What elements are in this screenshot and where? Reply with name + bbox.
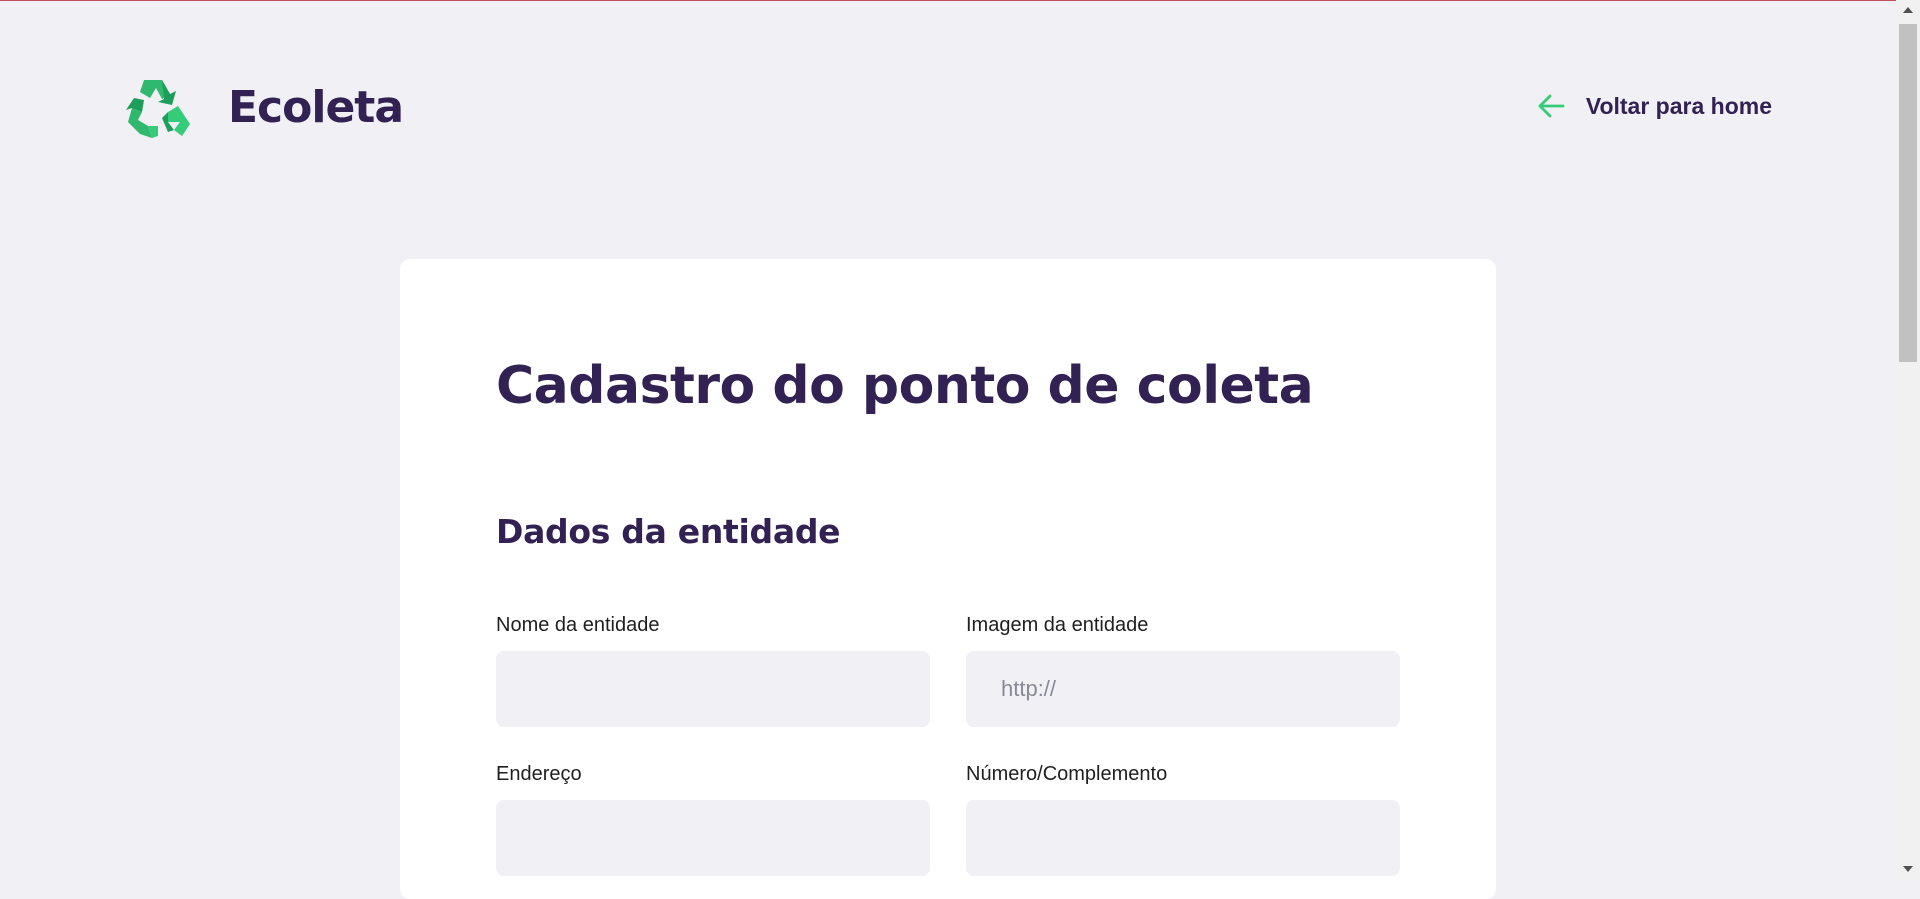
field-label: Nome da entidade: [496, 614, 660, 636]
section-title: Dados da entidade: [496, 512, 841, 551]
field-label: Imagem da entidade: [966, 614, 1149, 636]
field-number-complement: Número/Complemento: [966, 762, 1400, 876]
registration-form-card: Cadastro do ponto de coleta Dados da ent…: [400, 259, 1496, 899]
field-label: Endereço: [496, 763, 582, 785]
address-input[interactable]: [496, 800, 930, 876]
chevron-up-icon: [1903, 7, 1913, 13]
logo[interactable]: Ecoleta: [122, 70, 404, 144]
back-link-label: Voltar para home: [1585, 92, 1772, 119]
field-label: Número/Complemento: [966, 763, 1168, 785]
window-top-border: [0, 0, 1920, 1]
field-entity-image: Imagem da entidade: [966, 613, 1400, 727]
scroll-up-button[interactable]: [1896, 0, 1920, 20]
brand-name: Ecoleta: [228, 81, 404, 133]
number-complement-input[interactable]: [966, 800, 1400, 876]
scrollbar-thumb[interactable]: [1899, 24, 1917, 362]
recycle-icon: [126, 80, 190, 138]
page-title: Cadastro do ponto de coleta: [496, 356, 1314, 416]
chevron-down-icon: [1903, 866, 1913, 872]
scroll-down-button[interactable]: [1896, 859, 1920, 879]
back-to-home-link[interactable]: Voltar para home: [1536, 91, 1772, 121]
entity-name-input[interactable]: [496, 651, 930, 727]
field-address: Endereço: [496, 762, 930, 876]
page-header: Ecoleta Voltar para home: [122, 70, 1772, 144]
arrow-left-icon: [1538, 94, 1565, 118]
entity-image-url-input[interactable]: [966, 651, 1400, 727]
field-entity-name: Nome da entidade: [496, 613, 930, 727]
vertical-scrollbar[interactable]: [1896, 0, 1920, 879]
